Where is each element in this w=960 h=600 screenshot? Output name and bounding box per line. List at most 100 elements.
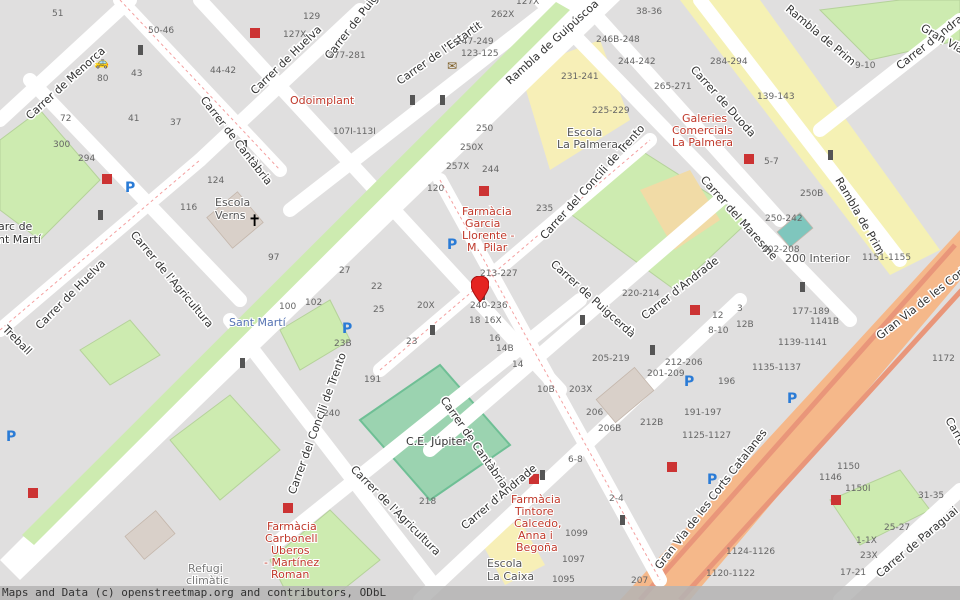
pharmacy-icon[interactable]: [102, 174, 112, 184]
house-number: 23B: [334, 339, 352, 349]
house-number: 27: [339, 266, 350, 276]
house-number: 100: [279, 302, 296, 312]
house-number: 262X: [491, 10, 514, 20]
place-label: La Caixa: [487, 570, 534, 583]
place-label: La Palmera: [672, 136, 733, 149]
pharmacy-icon[interactable]: [28, 488, 38, 498]
attribution[interactable]: Maps and Data (c) openstreetmap.org and …: [0, 586, 960, 600]
house-number: 1141B: [810, 317, 839, 327]
house-number: 20X: [417, 301, 435, 311]
map-canvas[interactable]: P P P P P P P ✝ ✉ 🚕 Carrer de Menorca Car…: [0, 0, 960, 600]
house-number: 205-219: [592, 354, 630, 364]
parking-icon[interactable]: P: [787, 391, 797, 407]
house-number: 206B: [598, 424, 621, 434]
house-number: 212B: [640, 418, 663, 428]
house-number: 12B: [736, 320, 754, 330]
house-number: 50-46: [148, 26, 174, 36]
house-number: 277-281: [328, 51, 366, 61]
house-number: 1150: [837, 462, 860, 472]
pharmacy-icon[interactable]: [831, 495, 841, 505]
house-number: 102: [305, 298, 322, 308]
house-number: 250: [476, 124, 493, 134]
house-number: 127X: [516, 0, 539, 7]
house-number: 247-249: [456, 37, 494, 47]
house-number: 250X: [460, 143, 483, 153]
house-number: 124: [207, 176, 224, 186]
house-number: 220-214: [622, 289, 660, 299]
house-number: 1125-1127: [682, 431, 731, 441]
parking-icon[interactable]: P: [6, 429, 16, 445]
house-number: 177-189: [792, 307, 830, 317]
house-number: 1095: [552, 575, 575, 585]
house-number: 72: [60, 114, 71, 124]
house-number: 43: [131, 69, 142, 79]
house-number: 203X: [569, 385, 592, 395]
post-office-icon[interactable]: ✉: [447, 59, 457, 73]
house-number: 116: [180, 203, 197, 213]
pharmacy-icon[interactable]: [250, 28, 260, 38]
place-label: Sant Martí: [229, 316, 287, 329]
parking-icon[interactable]: P: [342, 321, 352, 337]
house-number: 1135-1137: [752, 363, 801, 373]
house-number: 1120-1122: [706, 569, 755, 579]
house-number: 38-36: [636, 7, 662, 17]
place-label: nt Martí: [0, 233, 42, 246]
house-number: 120: [427, 184, 444, 194]
house-number: 235: [536, 204, 553, 214]
place-label: Begoña: [516, 541, 558, 554]
house-number: 25-27: [884, 523, 910, 533]
house-number: 14B: [496, 344, 514, 354]
house-number: 1124-1126: [726, 547, 775, 557]
parking-icon[interactable]: P: [447, 237, 457, 253]
house-number: 1097: [562, 555, 585, 565]
place-label: arc de: [0, 220, 33, 233]
house-number: 244-242: [618, 57, 656, 67]
house-number: 196: [718, 377, 735, 387]
location-marker-icon[interactable]: [471, 276, 489, 302]
house-number: 129: [303, 12, 320, 22]
house-number: 139-143: [757, 92, 795, 102]
place-label: La Palmera: [557, 138, 618, 151]
house-number: 6-8: [568, 455, 583, 465]
church-icon[interactable]: ✝: [248, 211, 261, 230]
house-number: 23: [406, 337, 417, 347]
house-number: 244: [482, 165, 499, 175]
place-label: Odoimplant: [290, 94, 355, 107]
pharmacy-icon[interactable]: [479, 186, 489, 196]
house-number: 31-35: [918, 491, 944, 501]
house-number: 1150I: [845, 484, 871, 494]
pharmacy-icon[interactable]: [690, 305, 700, 315]
parking-icon[interactable]: P: [125, 180, 135, 196]
pharmacy-icon[interactable]: [744, 154, 754, 164]
house-number: 123-125: [461, 49, 499, 59]
house-number: 294: [78, 154, 95, 164]
house-number: 127X: [283, 30, 306, 40]
house-number: 97: [268, 253, 279, 263]
house-number: 1172: [932, 354, 955, 364]
house-number: 107I-113I: [333, 127, 376, 137]
place-label: C.E. Júpiter: [406, 435, 467, 448]
house-number: 202-208: [762, 245, 800, 255]
house-number: 3: [737, 304, 743, 314]
house-number: 23X: [860, 551, 878, 561]
house-number: 250B: [800, 189, 823, 199]
house-number: 17-21: [840, 568, 866, 578]
house-number: 284-294: [710, 57, 748, 67]
house-number: 14: [512, 360, 524, 370]
place-label: Roman: [271, 568, 309, 581]
house-number: 1146: [819, 473, 842, 483]
house-number: 25: [373, 305, 384, 315]
house-number: 1151-1155: [862, 253, 911, 263]
house-number: 22: [371, 282, 382, 292]
house-number: 218: [419, 497, 436, 507]
house-number: 257X: [446, 162, 469, 172]
house-number: 300: [53, 140, 70, 150]
pharmacy-icon[interactable]: [283, 503, 293, 513]
pharmacy-icon[interactable]: [667, 462, 677, 472]
house-number: 12: [712, 311, 723, 321]
parking-icon[interactable]: P: [684, 374, 694, 390]
house-number: 225-229: [592, 106, 630, 116]
house-number: 240: [323, 409, 340, 419]
house-number: 10B: [537, 385, 555, 395]
house-number: 80: [97, 74, 109, 84]
